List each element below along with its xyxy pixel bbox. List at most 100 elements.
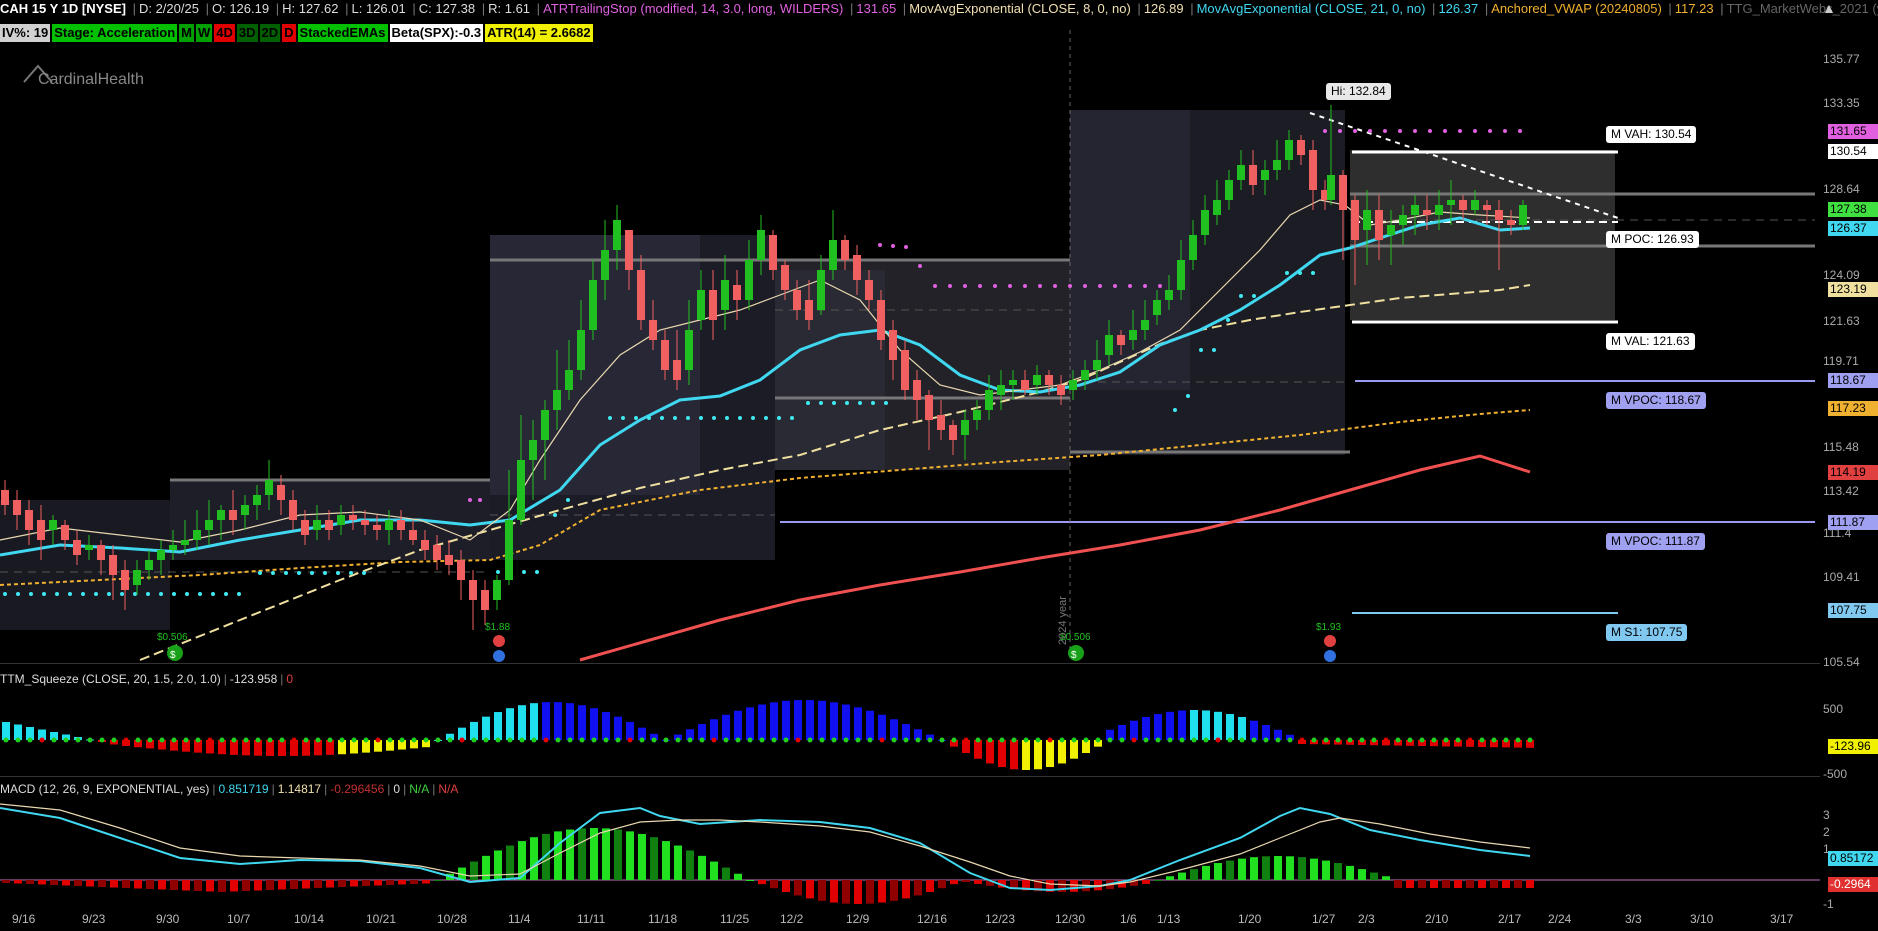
squeeze-dot — [315, 737, 321, 743]
price-axis[interactable]: 135.77 133.35 128.64 124.09 121.63 119.7… — [1820, 18, 1878, 669]
macd-bar — [1274, 856, 1282, 880]
squeeze-title[interactable]: TTM_Squeeze (CLOSE, 20, 1.5, 2.0, 1.0) — [0, 672, 221, 686]
squeeze-dot — [1203, 737, 1209, 743]
squeeze-bar — [854, 707, 862, 740]
macd-title[interactable]: MACD (12, 26, 9, EXPONENTIAL, yes) — [0, 782, 209, 796]
macd-bar — [386, 880, 394, 885]
macd-bar — [938, 880, 946, 889]
candle-body — [181, 540, 189, 545]
study-avwap[interactable]: Anchored_VWAP (20240805) — [1491, 1, 1662, 16]
candle-body — [541, 410, 549, 440]
candle-body — [1189, 235, 1197, 260]
candle-body — [937, 415, 945, 430]
price-chart[interactable]: $ $0.506 $1.88 $ $0.506 $1.93 2024 year — [0, 18, 1820, 663]
macd-bar — [1322, 860, 1330, 880]
squeeze-dot — [1455, 737, 1461, 743]
study-marketwebs[interactable]: TTG_MarketWebs_2021 (yes,... — [1727, 1, 1878, 16]
squeeze-dot — [1047, 737, 1053, 743]
study-ema8[interactable]: MovAvgExponential (CLOSE, 8, 0, no) — [909, 1, 1131, 16]
tick: 121.63 — [1823, 314, 1860, 328]
macd-bar — [1346, 865, 1354, 880]
macd-bar — [14, 880, 22, 884]
macd-bar — [410, 880, 418, 884]
date-tick: 1/20 — [1238, 912, 1262, 926]
candle-body — [337, 515, 345, 525]
macd-bar — [1310, 858, 1318, 880]
candle-body — [85, 545, 93, 550]
squeeze-dot — [963, 737, 969, 743]
macd-bar — [950, 880, 958, 885]
macd-bar — [1142, 880, 1150, 884]
squeeze-dot — [363, 737, 369, 743]
candle-body — [1339, 175, 1347, 210]
macd-header[interactable]: MACD (12, 26, 9, EXPONENTIAL, yes) | 0.851… — [0, 781, 458, 797]
macd-bar — [170, 880, 178, 890]
squeeze-histogram[interactable] — [0, 688, 1820, 776]
squeeze-dot — [1395, 737, 1401, 743]
macd-na1: N/A — [409, 782, 430, 796]
squeeze-dot — [603, 737, 609, 743]
squeeze-dot — [1191, 737, 1197, 743]
macd-bar — [482, 855, 490, 880]
candle-body — [1285, 140, 1293, 160]
candle-body — [1141, 320, 1149, 330]
macd-bar — [1166, 876, 1174, 880]
tick: 124.09 — [1823, 268, 1860, 282]
macd-bar — [398, 880, 406, 885]
squeeze-bar — [890, 719, 898, 740]
date-tick: 11/11 — [577, 912, 606, 926]
year-label: 2024 year — [1057, 596, 1069, 645]
date-tick: 3/3 — [1625, 912, 1642, 926]
squeeze-dot — [1215, 737, 1221, 743]
macd-bar — [1490, 880, 1498, 888]
date-tick: 1/6 — [1120, 912, 1137, 926]
squeeze-dot — [1167, 737, 1173, 743]
squeeze-dot — [1479, 737, 1485, 743]
macd-chart[interactable] — [0, 798, 1820, 906]
squeeze-dot — [291, 737, 297, 743]
vpoc1-price-label: 118.67 — [1828, 373, 1878, 388]
candle-body — [1, 490, 9, 505]
squeeze-dot — [999, 737, 1005, 743]
macd-bar — [350, 880, 358, 887]
collapse-icon[interactable]: ▲ — [1822, 0, 1842, 16]
date-tick: 12/30 — [1055, 912, 1086, 926]
candle-body — [781, 265, 789, 290]
macd-bar — [38, 880, 46, 885]
candle-body — [1411, 205, 1419, 215]
squeeze-bar — [878, 714, 886, 740]
candle-body — [1375, 210, 1383, 240]
squeeze-bar — [530, 703, 538, 740]
squeeze-dot — [687, 737, 693, 743]
macd-bar — [530, 837, 538, 880]
candle-body — [217, 510, 225, 520]
atr-stop-price-label: 131.65 — [1828, 124, 1878, 139]
last-price-label: 127.38 — [1828, 202, 1878, 217]
macd-bar — [1334, 863, 1342, 880]
macd-bar — [902, 880, 910, 899]
macd-bar — [974, 880, 982, 884]
macd-bar — [1442, 880, 1450, 888]
study-ema21[interactable]: MovAvgExponential (CLOSE, 21, 0, no) — [1197, 1, 1426, 16]
squeeze-dot — [1359, 737, 1365, 743]
macd-bar — [194, 880, 202, 891]
date-tick: 11/18 — [648, 912, 678, 926]
candle-body — [301, 520, 309, 535]
symbol-label[interactable]: CAH 15 Y 1D [NYSE] — [0, 1, 126, 16]
study-atr-stop[interactable]: ATRTrailingStop (modified, 14, 3.0, long… — [543, 1, 843, 16]
squeeze-dot — [459, 737, 465, 743]
candle-body — [1435, 205, 1443, 215]
macd-bar — [374, 880, 382, 886]
squeeze-header[interactable]: TTM_Squeeze (CLOSE, 20, 1.5, 2.0, 1.0) | -… — [0, 671, 293, 687]
date-tick: 2/24 — [1548, 912, 1572, 926]
date-tick: 2/10 — [1425, 912, 1449, 926]
squeeze-bar — [710, 719, 718, 740]
earnings-label-2: $1.93 — [1316, 622, 1341, 633]
panel-divider — [0, 776, 1820, 777]
date-axis[interactable]: 9/16 9/23 9/30 10/7 10/14 10/21 10/28 11/4 11/11… — [0, 906, 1820, 931]
squeeze-dot — [327, 737, 333, 743]
event-markers[interactable]: $ $0.506 $1.88 $ $0.506 $1.93 2024 year — [157, 596, 1341, 662]
macd-bar — [854, 880, 862, 904]
squeeze-dot — [495, 737, 501, 743]
squeeze-dot — [279, 737, 285, 743]
